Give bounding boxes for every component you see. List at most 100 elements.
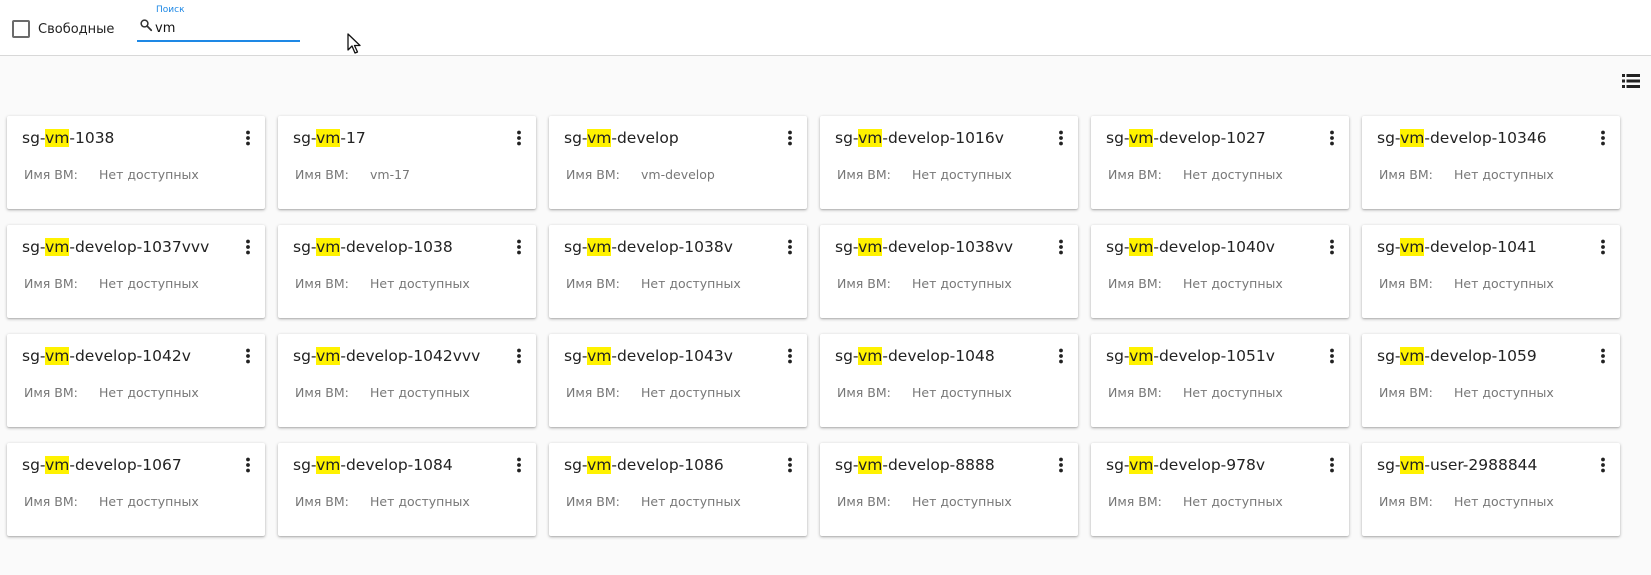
vm-name-value: Нет доступных <box>641 276 741 291</box>
security-group-card[interactable]: sg-vm-develop-1041 Имя ВМ: Нет доступных <box>1362 225 1620 318</box>
security-group-card[interactable]: sg-vm-develop-1038vv Имя ВМ: Нет доступных <box>820 225 1078 318</box>
mouse-pointer-icon <box>347 33 361 54</box>
security-group-card[interactable]: sg-vm-develop-1042vvv Имя ВМ: Нет доступны… <box>278 334 536 427</box>
more-vert-icon[interactable] <box>514 457 524 473</box>
card-title[interactable]: sg-vm-develop-1038 <box>293 237 453 257</box>
security-group-card[interactable]: sg-vm-develop-1016v Имя ВМ: Нет доступных <box>820 116 1078 209</box>
card-title[interactable]: sg-vm-develop-1067 <box>22 455 182 475</box>
card-title-suffix: -develop-1086 <box>611 456 724 474</box>
card-title[interactable]: sg-vm-develop-1059 <box>1377 346 1537 366</box>
vm-name-value: Нет доступных <box>99 276 199 291</box>
more-vert-icon[interactable] <box>243 239 253 255</box>
more-vert-icon[interactable] <box>514 239 524 255</box>
more-vert-icon[interactable] <box>785 348 795 364</box>
more-vert-icon[interactable] <box>1598 457 1608 473</box>
card-title-prefix: sg- <box>835 238 859 256</box>
card-title[interactable]: sg-vm-develop-1040v <box>1106 237 1275 257</box>
security-group-card[interactable]: sg-vm-develop-1086 Имя ВМ: Нет доступных <box>549 443 807 536</box>
card-title[interactable]: sg-vm-1038 <box>22 128 114 148</box>
more-vert-icon[interactable] <box>785 239 795 255</box>
card-title[interactable]: sg-vm-develop-1038vv <box>835 237 1013 257</box>
card-title[interactable]: sg-vm-develop-1048 <box>835 346 995 366</box>
vm-name-label: Имя ВМ: <box>1108 167 1162 182</box>
security-group-card[interactable]: sg-vm-develop-1048 Имя ВМ: Нет доступных <box>820 334 1078 427</box>
security-group-card[interactable]: sg-vm-develop-1084 Имя ВМ: Нет доступных <box>278 443 536 536</box>
card-title[interactable]: sg-vm-develop-1016v <box>835 128 1004 148</box>
security-group-card[interactable]: sg-vm-develop-8888 Имя ВМ: Нет доступных <box>820 443 1078 536</box>
security-group-card[interactable]: sg-vm-develop-1042v Имя ВМ: Нет доступных <box>7 334 265 427</box>
card-title[interactable]: sg-vm-17 <box>293 128 366 148</box>
security-group-card[interactable]: sg-vm-develop-978v Имя ВМ: Нет доступных <box>1091 443 1349 536</box>
more-vert-icon[interactable] <box>785 457 795 473</box>
more-vert-icon[interactable] <box>514 130 524 146</box>
vm-name-value: Нет доступных <box>1183 167 1283 182</box>
search-field[interactable]: Поиск <box>137 5 300 42</box>
more-vert-icon[interactable] <box>1056 130 1066 146</box>
more-vert-icon[interactable] <box>243 348 253 364</box>
card-title-prefix: sg- <box>1106 456 1130 474</box>
more-vert-icon[interactable] <box>1056 348 1066 364</box>
card-title[interactable]: sg-vm-develop-1051v <box>1106 346 1275 366</box>
vm-name-value: Нет доступных <box>641 385 741 400</box>
security-group-card[interactable]: sg-vm-develop-10346 Имя ВМ: Нет доступных <box>1362 116 1620 209</box>
card-title[interactable]: sg-vm-develop-1086 <box>564 455 724 475</box>
card-title[interactable]: sg-vm-develop-1042vvv <box>293 346 480 366</box>
security-group-card[interactable]: sg-vm-develop-1040v Имя ВМ: Нет доступных <box>1091 225 1349 318</box>
search-match-highlight: vm <box>858 129 883 147</box>
vm-name-value: vm-17 <box>370 167 410 182</box>
vm-name-value: Нет доступных <box>370 276 470 291</box>
more-vert-icon[interactable] <box>1598 130 1608 146</box>
free-only-checkbox[interactable] <box>12 20 30 38</box>
card-title[interactable]: sg-vm-develop-1084 <box>293 455 453 475</box>
more-vert-icon[interactable] <box>1056 457 1066 473</box>
more-vert-icon[interactable] <box>785 130 795 146</box>
security-group-card[interactable]: sg-vm-develop-1037vvv Имя ВМ: Нет доступны… <box>7 225 265 318</box>
security-group-card[interactable]: sg-vm-develop Имя ВМ: vm-develop <box>549 116 807 209</box>
more-vert-icon[interactable] <box>1327 348 1337 364</box>
search-match-highlight: vm <box>1400 456 1425 474</box>
security-group-card[interactable]: sg-vm-develop-1038v Имя ВМ: Нет доступных <box>549 225 807 318</box>
more-vert-icon[interactable] <box>1056 239 1066 255</box>
vm-name-value: Нет доступных <box>912 167 1012 182</box>
card-title[interactable]: sg-vm-develop-978v <box>1106 455 1265 475</box>
card-title-suffix: -develop-1037vvv <box>69 238 210 256</box>
security-group-card[interactable]: sg-vm-17 Имя ВМ: vm-17 <box>278 116 536 209</box>
security-group-card[interactable]: sg-vm-develop-1067 Имя ВМ: Нет доступных <box>7 443 265 536</box>
security-group-card[interactable]: sg-vm-develop-1043v Имя ВМ: Нет доступных <box>549 334 807 427</box>
security-group-card[interactable]: sg-vm-1038 Имя ВМ: Нет доступных <box>7 116 265 209</box>
more-vert-icon[interactable] <box>243 130 253 146</box>
card-title[interactable]: sg-vm-user-2988844 <box>1377 455 1537 475</box>
security-group-card[interactable]: sg-vm-develop-1027 Имя ВМ: Нет доступных <box>1091 116 1349 209</box>
card-title[interactable]: sg-vm-develop-10346 <box>1377 128 1547 148</box>
more-vert-icon[interactable] <box>1598 348 1608 364</box>
card-title[interactable]: sg-vm-develop <box>564 128 679 148</box>
vm-name-label: Имя ВМ: <box>566 276 620 291</box>
more-vert-icon[interactable] <box>1327 239 1337 255</box>
security-group-card[interactable]: sg-vm-develop-1038 Имя ВМ: Нет доступных <box>278 225 536 318</box>
vm-name-value: Нет доступных <box>1183 276 1283 291</box>
card-title-suffix: -develop-1038 <box>340 238 453 256</box>
card-title-prefix: sg- <box>293 238 317 256</box>
card-title[interactable]: sg-vm-develop-1027 <box>1106 128 1266 148</box>
card-title[interactable]: sg-vm-develop-1041 <box>1377 237 1537 257</box>
more-vert-icon[interactable] <box>514 348 524 364</box>
security-group-card[interactable]: sg-vm-develop-1059 Имя ВМ: Нет доступных <box>1362 334 1620 427</box>
card-title[interactable]: sg-vm-develop-1037vvv <box>22 237 209 257</box>
more-vert-icon[interactable] <box>1327 130 1337 146</box>
card-title[interactable]: sg-vm-develop-1043v <box>564 346 733 366</box>
search-input[interactable] <box>155 19 295 37</box>
card-title-suffix: -develop-1084 <box>340 456 453 474</box>
card-title[interactable]: sg-vm-develop-1042v <box>22 346 191 366</box>
card-title[interactable]: sg-vm-develop-1038v <box>564 237 733 257</box>
card-title-prefix: sg- <box>22 238 46 256</box>
more-vert-icon[interactable] <box>1598 239 1608 255</box>
more-vert-icon[interactable] <box>1327 457 1337 473</box>
search-match-highlight: vm <box>1129 129 1154 147</box>
free-only-checkbox-label[interactable]: Свободные <box>38 21 114 38</box>
card-title[interactable]: sg-vm-develop-8888 <box>835 455 995 475</box>
security-group-card[interactable]: sg-vm-develop-1051v Имя ВМ: Нет доступных <box>1091 334 1349 427</box>
more-vert-icon[interactable] <box>243 457 253 473</box>
security-group-card[interactable]: sg-vm-user-2988844 Имя ВМ: Нет доступных <box>1362 443 1620 536</box>
list-view-icon[interactable] <box>1622 73 1640 89</box>
vm-name-label: Имя ВМ: <box>566 385 620 400</box>
